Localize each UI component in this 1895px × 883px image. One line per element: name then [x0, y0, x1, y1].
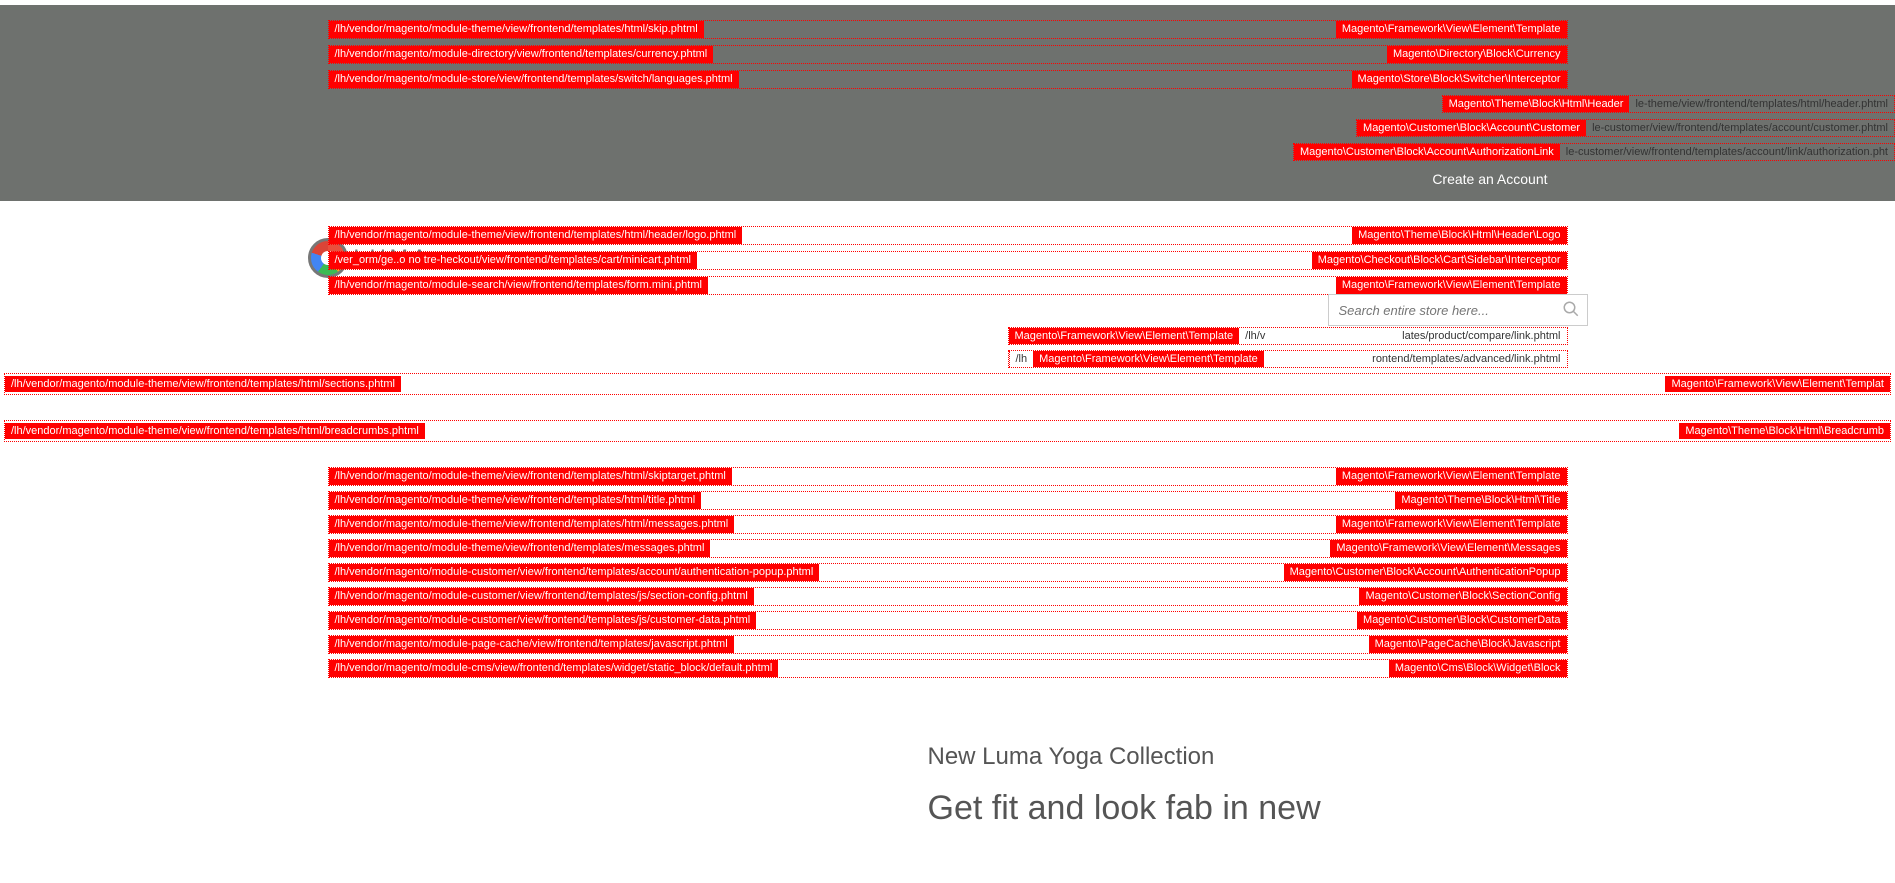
- hint-path: /ver_orm/ge..o no tre-heckout/view/front…: [329, 252, 697, 269]
- hint-path: /lh/vendor/magento/module-theme/view/fro…: [329, 516, 735, 533]
- template-hint-row: /lh/vendor/magento/module-theme/view/fro…: [4, 420, 1891, 442]
- hint-class: Magento\Framework\View\Element\Templat: [1665, 376, 1890, 392]
- hint-class: Magento\Framework\View\Element\Template: [1336, 277, 1567, 294]
- template-hint-row: /lh/vendor/magento/module-theme/view/fro…: [328, 20, 1568, 39]
- hint-path: /lh/vendor/magento/module-theme/view/fro…: [329, 227, 743, 244]
- template-hint-row: /lh/vendor/magento/module-customer/view/…: [328, 563, 1568, 582]
- template-hint-row: /lh/vendor/magento/module-customer/view/…: [328, 587, 1568, 606]
- hint-class: Magento\Theme\Block\Html\Title: [1395, 492, 1566, 509]
- template-hint-row: Magento\Framework\View\Element\Template …: [1008, 327, 1568, 345]
- hint-class: Magento\Framework\View\Element\Template: [1336, 21, 1567, 38]
- hint-path: /lh/vendor/magento/module-customer/view/…: [329, 612, 757, 629]
- template-hint-row: /lh/vendor/magento/module-cms/view/front…: [328, 659, 1568, 678]
- search-button[interactable]: [1554, 294, 1588, 326]
- hint-class: Magento\PageCache\Block\Javascript: [1369, 636, 1567, 653]
- hint-path: /lh/vendor/magento/module-page-cache/vie…: [329, 636, 734, 653]
- hint-path: /lh/vendor/magento/module-theme/view/fro…: [5, 423, 425, 439]
- template-hint-row: /lh/vendor/magento/module-search/view/fr…: [328, 276, 1568, 295]
- template-hint-row: /ver_orm/ge..o no tre-heckout/view/front…: [328, 251, 1568, 270]
- template-hint-row: /lh/vendor/magento/module-theme/view/fro…: [328, 515, 1568, 534]
- hint-path: /lh/vendor/magento/module-store/view/fro…: [329, 71, 739, 88]
- template-hint-row: Magento\Customer\Block\Account\Authoriza…: [0, 143, 1895, 161]
- template-hint-row: /lh/vendor/magento/module-theme/view/fro…: [328, 226, 1568, 245]
- hint-class: Magento\Framework\View\Element\Messages: [1330, 540, 1566, 557]
- hero-title: Get fit and look fab in new: [928, 789, 1568, 828]
- hint-path-prefix: /lh: [1009, 351, 1034, 367]
- template-hint-row: /lh/vendor/magento/module-page-cache/vie…: [328, 635, 1568, 654]
- hint-class: Magento\Theme\Block\Html\Header: [1443, 96, 1630, 112]
- template-hint-row: /lh/vendor/magento/module-theme/view/fro…: [4, 373, 1891, 395]
- hint-class: Magento\Store\Block\Switcher\Interceptor: [1352, 71, 1567, 88]
- hint-path-tail: le-customer/view/frontend/templates/acco…: [1586, 120, 1894, 136]
- template-hint-row: Magento\Customer\Block\Account\Customer …: [0, 119, 1895, 137]
- hint-path-tail: lates/product/compare/link.phtml: [1396, 328, 1566, 344]
- hint-class: Magento\Customer\Block\SectionConfig: [1359, 588, 1566, 605]
- hint-path: /lh/vendor/magento/module-directory/view…: [329, 46, 714, 63]
- hint-class: Magento\Theme\Block\Html\Header\Logo: [1352, 227, 1566, 244]
- hero-banner: New Luma Yoga Collection Get fit and loo…: [328, 683, 1568, 828]
- hint-class: Magento\Cms\Block\Widget\Block: [1389, 660, 1567, 677]
- template-hint-row: /lh/vendor/magento/module-store/view/fro…: [328, 70, 1568, 89]
- hint-path: /lh/vendor/magento/module-customer/view/…: [329, 588, 754, 605]
- hint-path: /lh/vendor/magento/module-theme/view/fro…: [329, 492, 702, 509]
- hint-path: /lh/vendor/magento/module-search/view/fr…: [329, 277, 708, 294]
- hint-class: Magento\Customer\Block\Account\Customer: [1357, 120, 1586, 136]
- search-input[interactable]: [1328, 294, 1588, 326]
- hint-class: Magento\Framework\View\Element\Template: [1336, 468, 1567, 485]
- hint-path: /lh/vendor/magento/module-customer/view/…: [329, 564, 820, 581]
- header-panel: /lh/vendor/magento/module-theme/view/fro…: [0, 5, 1895, 201]
- hint-path: /lh/vendor/magento/module-theme/view/fro…: [329, 468, 732, 485]
- search-icon: [1562, 300, 1580, 318]
- hint-path-tail: rontend/templates/advanced/link.phtml: [1366, 351, 1566, 367]
- template-hint-row: /lh Magento\Framework\View\Element\Templ…: [1008, 350, 1568, 368]
- template-hint-row: /lh/vendor/magento/module-theme/view/fro…: [328, 467, 1568, 486]
- template-hint-row: /lh/vendor/magento/module-customer/view/…: [328, 611, 1568, 630]
- hint-class: Magento\Framework\View\Element\Template: [1009, 328, 1240, 344]
- hint-path: /lh/vendor/magento/module-theme/view/fro…: [329, 21, 704, 38]
- template-hint-row: /lh/vendor/magento/module-directory/view…: [328, 45, 1568, 64]
- hero-subtitle: New Luma Yoga Collection: [928, 743, 1568, 771]
- hint-class: Magento\Customer\Block\CustomerData: [1357, 612, 1566, 629]
- hint-class: Magento\Checkout\Block\Cart\Sidebar\Inte…: [1312, 252, 1567, 269]
- hint-class: Magento\Directory\Block\Currency: [1387, 46, 1567, 63]
- hint-class: Magento\Framework\View\Element\Template: [1336, 516, 1567, 533]
- hint-class: Magento\Framework\View\Element\Template: [1033, 351, 1264, 367]
- template-hint-row: /lh/vendor/magento/module-theme/view/fro…: [328, 491, 1568, 510]
- hint-path-tail: le-theme/view/frontend/templates/html/he…: [1629, 96, 1894, 112]
- template-hint-row: Magento\Theme\Block\Html\Header le-theme…: [0, 95, 1895, 113]
- hint-path-tail: le-customer/view/frontend/templates/acco…: [1560, 144, 1894, 160]
- hint-class: Magento\Customer\Block\Account\Authoriza…: [1294, 144, 1560, 160]
- hint-path: /lh/vendor/magento/module-theme/view/fro…: [329, 540, 711, 557]
- hint-path-prefix: /lh/v: [1239, 328, 1271, 344]
- hint-class: Magento\Theme\Block\Html\Breadcrumb: [1679, 423, 1890, 439]
- hint-path: /lh/vendor/magento/module-cms/view/front…: [329, 660, 779, 677]
- search-form: [1328, 294, 1588, 326]
- create-account-link[interactable]: Create an Account: [328, 167, 1568, 191]
- hint-path: /lh/vendor/magento/module-theme/view/fro…: [5, 376, 401, 392]
- template-hint-row: /lh/vendor/magento/module-theme/view/fro…: [328, 539, 1568, 558]
- hint-class: Magento\Customer\Block\Account\Authentic…: [1284, 564, 1567, 581]
